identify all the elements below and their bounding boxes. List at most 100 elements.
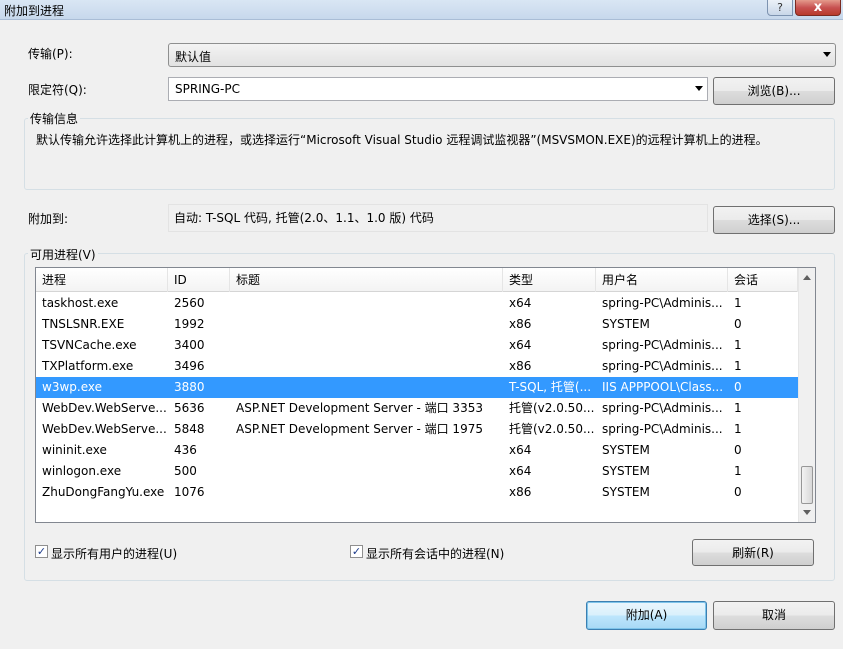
process-list-header: 进程 ID 标题 类型 用户名 会话 bbox=[36, 268, 798, 292]
process-id-cell: 1076 bbox=[174, 485, 205, 499]
process-type-cell: T-SQL, 托管(... bbox=[509, 380, 592, 394]
process-username-cell: spring-PC\Adminis... bbox=[602, 338, 723, 352]
table-row[interactable]: TNSLSNR.EXE 1992 x86 SYSTEM 0 bbox=[36, 314, 798, 335]
process-session-cell: 0 bbox=[734, 443, 742, 457]
process-username-cell: SYSTEM bbox=[602, 485, 650, 499]
process-session-cell: 0 bbox=[734, 485, 742, 499]
process-username-cell: IIS APPPOOL\Class... bbox=[602, 380, 724, 394]
column-header-id[interactable]: ID bbox=[168, 268, 230, 292]
table-row[interactable]: TSVNCache.exe 3400 x64 spring-PC\Adminis...… bbox=[36, 335, 798, 356]
table-row[interactable]: ZhuDongFangYu.exe 1076 x86 SYSTEM 0 bbox=[36, 482, 798, 503]
process-type-cell: x86 bbox=[509, 485, 532, 499]
process-type-cell: 托管(v2.0.50... bbox=[509, 401, 595, 415]
table-row[interactable]: winlogon.exe 500 x64 SYSTEM 1 bbox=[36, 461, 798, 482]
chevron-down-icon[interactable] bbox=[695, 86, 703, 91]
process-name-cell: WebDev.WebServe... bbox=[42, 422, 167, 436]
process-id-cell: 1992 bbox=[174, 317, 205, 331]
scroll-up-icon[interactable] bbox=[803, 275, 811, 280]
process-username-cell: SYSTEM bbox=[602, 317, 650, 331]
process-session-cell: 1 bbox=[734, 296, 742, 310]
attach-to-label: 附加到: bbox=[28, 212, 69, 226]
process-id-cell: 5636 bbox=[174, 401, 205, 415]
table-row[interactable]: TXPlatform.exe 3496 x86 spring-PC\Adminis..… bbox=[36, 356, 798, 377]
dialog-title: 附加到进程 bbox=[4, 4, 65, 18]
process-title-cell bbox=[230, 314, 503, 335]
process-title-cell bbox=[230, 482, 503, 503]
process-username-cell: spring-PC\Adminis... bbox=[602, 296, 723, 310]
column-header-title[interactable]: 标题 bbox=[230, 268, 503, 292]
qualifier-label: 限定符(Q): bbox=[28, 83, 87, 97]
process-name-cell: ZhuDongFangYu.exe bbox=[42, 485, 165, 499]
process-session-cell: 1 bbox=[734, 464, 742, 478]
process-session-cell: 1 bbox=[734, 359, 742, 373]
scroll-thumb[interactable] bbox=[801, 466, 813, 504]
show-all-users-label[interactable]: 显示所有用户的进程(U) bbox=[51, 545, 177, 562]
process-type-cell: x86 bbox=[509, 317, 532, 331]
column-header-username[interactable]: 用户名 bbox=[596, 268, 728, 292]
close-button[interactable]: x bbox=[795, 0, 841, 16]
select-code-type-button[interactable]: 选择(S)... bbox=[713, 206, 835, 234]
column-header-process[interactable]: 进程 bbox=[36, 268, 168, 292]
process-type-cell: x64 bbox=[509, 464, 532, 478]
attach-button[interactable]: 附加(A) bbox=[586, 601, 707, 630]
process-id-cell: 2560 bbox=[174, 296, 205, 310]
process-name-cell: winlogon.exe bbox=[42, 464, 122, 478]
process-type-cell: x64 bbox=[509, 296, 532, 310]
transport-info-text: 默认传输允许选择此计算机上的进程，或选择运行“Microsoft Visual … bbox=[36, 133, 768, 147]
process-id-cell: 5848 bbox=[174, 422, 205, 436]
transport-info-group bbox=[24, 118, 835, 190]
show-all-sessions-label[interactable]: 显示所有会话中的进程(N) bbox=[366, 545, 504, 562]
attach-to-process-dialog: 附加到进程 ? x 传输(P): 默认值 限定符(Q): SPRING-PC 浏… bbox=[0, 0, 843, 649]
show-all-users-checkbox[interactable]: ✓ bbox=[35, 545, 48, 558]
table-row[interactable]: WebDev.WebServe... 5636 ASP.NET Developmen… bbox=[36, 398, 798, 419]
process-username-cell: spring-PC\Adminis... bbox=[602, 359, 723, 373]
transport-info-title: 传输信息 bbox=[28, 110, 81, 127]
table-row[interactable]: w3wp.exe 3880 T-SQL, 托管(... IIS APPPOOL\Cla… bbox=[36, 377, 798, 398]
chevron-down-icon bbox=[823, 52, 831, 57]
attach-to-value: 自动: T-SQL 代码, 托管(2.0、1.1、1.0 版) 代码 bbox=[168, 204, 708, 232]
transport-value: 默认值 bbox=[175, 50, 212, 64]
process-username-cell: SYSTEM bbox=[602, 443, 650, 457]
process-session-cell: 1 bbox=[734, 338, 742, 352]
table-row[interactable]: taskhost.exe 2560 x64 spring-PC\Adminis... 1 bbox=[36, 293, 798, 314]
column-header-session[interactable]: 会话 bbox=[728, 268, 798, 292]
qualifier-value: SPRING-PC bbox=[175, 82, 240, 96]
process-session-cell: 0 bbox=[734, 380, 742, 394]
qualifier-combobox[interactable]: SPRING-PC bbox=[168, 77, 708, 101]
available-processes-title: 可用进程(V) bbox=[28, 246, 98, 263]
process-name-cell: WebDev.WebServe... bbox=[42, 401, 167, 415]
process-username-cell: spring-PC\Adminis... bbox=[602, 422, 723, 436]
process-list[interactable]: 进程 ID 标题 类型 用户名 会话 taskhost.exe 2560 x64 sp… bbox=[35, 267, 816, 523]
process-session-cell: 1 bbox=[734, 401, 742, 415]
process-title-cell: ASP.NET Development Server - 端口 3353 bbox=[236, 401, 483, 415]
help-button[interactable]: ? bbox=[767, 0, 793, 16]
show-all-sessions-checkbox[interactable]: ✓ bbox=[350, 545, 363, 558]
process-type-cell: 托管(v2.0.50... bbox=[509, 422, 595, 436]
process-name-cell: taskhost.exe bbox=[42, 296, 119, 310]
process-username-cell: SYSTEM bbox=[602, 464, 650, 478]
column-header-type[interactable]: 类型 bbox=[503, 268, 596, 292]
title-bar: 附加到进程 ? x bbox=[0, 0, 843, 20]
table-row[interactable]: WebDev.WebServe... 5848 ASP.NET Developmen… bbox=[36, 419, 798, 440]
process-username-cell: spring-PC\Adminis... bbox=[602, 401, 723, 415]
process-name-cell: TSVNCache.exe bbox=[42, 338, 137, 352]
process-title-cell bbox=[230, 377, 503, 398]
process-id-cell: 436 bbox=[174, 443, 197, 457]
transport-label: 传输(P): bbox=[28, 47, 73, 61]
process-list-scrollbar[interactable] bbox=[798, 268, 815, 522]
scroll-down-icon[interactable] bbox=[803, 510, 811, 515]
process-title-cell bbox=[230, 293, 503, 314]
process-session-cell: 0 bbox=[734, 317, 742, 331]
process-title-cell bbox=[230, 461, 503, 482]
process-name-cell: TNSLSNR.EXE bbox=[42, 317, 125, 331]
process-title-cell: ASP.NET Development Server - 端口 1975 bbox=[236, 422, 483, 436]
process-type-cell: x64 bbox=[509, 443, 532, 457]
refresh-button[interactable]: 刷新(R) bbox=[692, 539, 814, 566]
cancel-button[interactable]: 取消 bbox=[713, 601, 835, 630]
table-row[interactable]: wininit.exe 436 x64 SYSTEM 0 bbox=[36, 440, 798, 461]
transport-dropdown[interactable]: 默认值 bbox=[168, 43, 836, 67]
browse-button[interactable]: 浏览(B)... bbox=[713, 77, 835, 105]
process-title-cell bbox=[230, 440, 503, 461]
process-title-cell bbox=[230, 335, 503, 356]
process-name-cell: w3wp.exe bbox=[42, 380, 102, 394]
